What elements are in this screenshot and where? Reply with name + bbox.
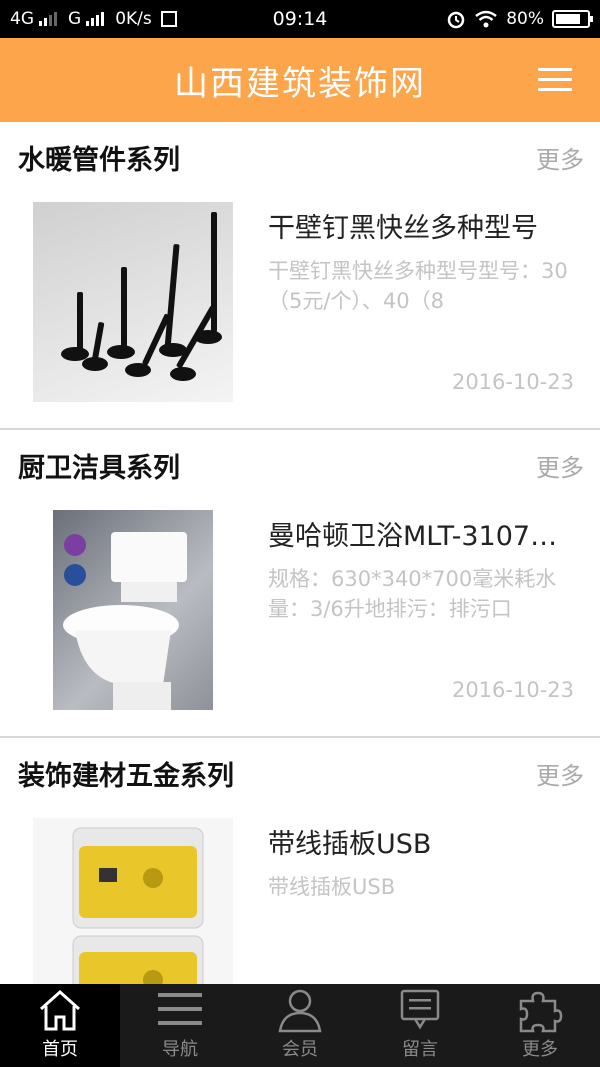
site-title: 山西建筑装饰网 xyxy=(174,63,426,104)
product-description: 带线插板USB xyxy=(268,875,396,899)
tab-navigation[interactable]: 导航 xyxy=(120,984,240,1067)
sim-icon xyxy=(160,11,177,27)
bottom-tab-bar: 首页 导航 会员 留言 更多 xyxy=(0,984,600,1067)
tab-home[interactable]: 首页 xyxy=(0,984,120,1067)
network-type-1: 4G xyxy=(10,9,34,29)
tab-label: 导航 xyxy=(162,1039,198,1060)
category-section: 厨卫洁具系列 更多 曼哈顿卫浴MLT-3107… 规格：630*340*700毫… xyxy=(0,430,600,738)
product-image xyxy=(33,202,233,402)
screws-image xyxy=(61,212,222,381)
home-icon xyxy=(39,989,81,1031)
hamburger-menu-icon[interactable] xyxy=(538,68,572,92)
tab-member[interactable]: 会员 xyxy=(240,984,360,1067)
more-link[interactable]: 更多 xyxy=(536,448,584,483)
product-item[interactable]: 干壁钉黑快丝多种型号 干壁钉黑快丝多种型号型号：30（5元/个）、40（8 20… xyxy=(0,200,600,404)
tab-label: 留言 xyxy=(402,1039,438,1060)
status-bar-right: 80% xyxy=(446,9,593,29)
tab-label: 首页 xyxy=(42,1039,78,1060)
section-title: 厨卫洁具系列 xyxy=(18,452,180,484)
wifi-icon xyxy=(475,10,497,28)
product-image xyxy=(33,818,233,984)
product-date: 2016-10-23 xyxy=(451,370,574,394)
section-header: 厨卫洁具系列 更多 xyxy=(0,430,600,500)
message-icon xyxy=(400,989,440,1030)
puzzle-icon xyxy=(519,991,563,1033)
category-section: 水暖管件系列 更多 干壁钉黑快丝多种型号 干壁钉黑快丝多种型号型号：30（5元/… xyxy=(0,122,600,430)
section-header: 水暖管件系列 更多 xyxy=(0,122,600,192)
app-header: 山西建筑装饰网 xyxy=(0,38,600,122)
product-title: 带线插板USB xyxy=(268,829,432,860)
status-bar-signals: 4G G 0K/s xyxy=(10,9,230,29)
network-type-2: G xyxy=(68,9,82,29)
signal-2-icon xyxy=(86,12,105,26)
main-content[interactable]: 水暖管件系列 更多 干壁钉黑快丝多种型号 干壁钉黑快丝多种型号型号：30（5元/… xyxy=(0,122,600,984)
product-title: 曼哈顿卫浴MLT-3107… xyxy=(268,521,558,552)
more-link[interactable]: 更多 xyxy=(536,140,584,175)
product-title: 干壁钉黑快丝多种型号 xyxy=(268,213,538,244)
user-icon xyxy=(278,989,322,1033)
more-link[interactable]: 更多 xyxy=(536,756,584,791)
section-title: 装饰建材五金系列 xyxy=(18,760,234,792)
product-item[interactable]: 曼哈顿卫浴MLT-3107… 规格：630*340*700毫米耗水量：3/6升地… xyxy=(0,508,600,712)
section-header: 装饰建材五金系列 更多 xyxy=(0,738,600,808)
product-date: 2016-10-23 xyxy=(451,678,574,702)
tab-label: 会员 xyxy=(282,1039,318,1060)
signal-1-icon xyxy=(39,12,57,26)
list-icon xyxy=(158,993,202,1025)
product-description: 干壁钉黑快丝多种型号型号：30（5元/个）、40（8 xyxy=(268,259,568,313)
status-bar: 4G G 0K/s 09:14 80% xyxy=(0,0,600,38)
battery-percent: 80% xyxy=(506,9,544,29)
product-description: 规格：630*340*700毫米耗水量：3/6升地排污：排污口 xyxy=(268,567,557,621)
network-speed: 0K/s xyxy=(115,9,152,29)
battery-icon xyxy=(552,10,593,28)
product-item[interactable]: 带线插板USB 带线插板USB xyxy=(0,816,600,984)
category-section: 装饰建材五金系列 更多 带线插板USB 带线插板USB xyxy=(0,738,600,984)
tab-label: 更多 xyxy=(522,1039,558,1060)
toilet-image xyxy=(63,532,187,710)
section-title: 水暖管件系列 xyxy=(18,144,180,176)
tab-more[interactable]: 更多 xyxy=(480,984,600,1067)
product-image xyxy=(53,510,213,710)
tab-message[interactable]: 留言 xyxy=(360,984,480,1067)
power-strip-image xyxy=(72,827,204,984)
alarm-icon xyxy=(447,11,465,29)
